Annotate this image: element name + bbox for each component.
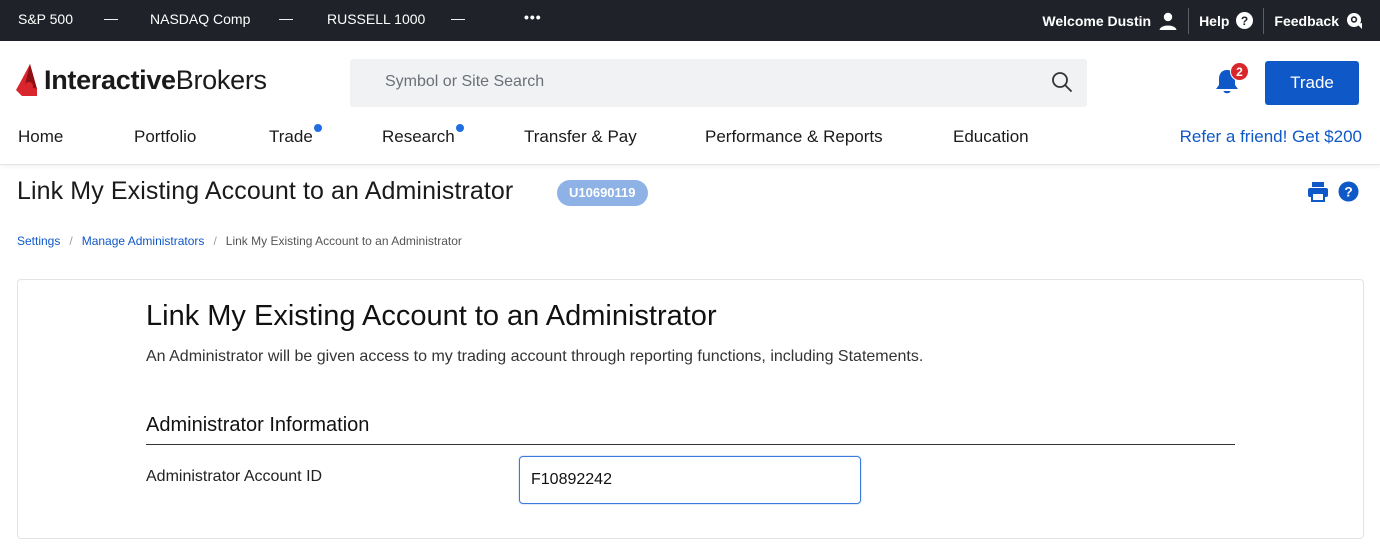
help-text: Help	[1199, 12, 1230, 29]
breadcrumb-settings[interactable]: Settings	[17, 234, 60, 248]
ib-flame-logo-icon	[16, 64, 37, 96]
nav-portfolio[interactable]: Portfolio	[134, 127, 196, 147]
feedback-text: Feedback	[1274, 12, 1339, 29]
section-heading-administrator-information: Administrator Information	[146, 414, 370, 436]
trade-button[interactable]: Trade	[1265, 61, 1359, 105]
breadcrumb: Settings / Manage Administrators / Link My E…	[17, 234, 462, 248]
nav-education[interactable]: Education	[953, 127, 1029, 147]
symbol-site-search-input[interactable]	[385, 73, 1005, 91]
breadcrumb-separator: /	[213, 234, 217, 248]
link-account-form-card: Link My Existing Account to an Administr…	[17, 279, 1364, 539]
site-search	[350, 59, 1087, 107]
breadcrumb-separator: /	[69, 234, 73, 248]
nav-transfer-pay[interactable]: Transfer & Pay	[524, 127, 637, 147]
breadcrumb-current: Link My Existing Account to an Administr…	[225, 234, 462, 248]
ticker-nasdaq[interactable]: NASDAQ Comp	[150, 11, 250, 27]
main-header: InteractiveBrokers 2 Trade Home Portfoli…	[0, 41, 1380, 165]
ticker-sp500-value: —	[104, 10, 118, 26]
question-circle-icon: ?	[1236, 12, 1254, 29]
breadcrumb-manage-administrators[interactable]: Manage Administrators	[82, 234, 205, 248]
feedback-chat-icon	[1347, 12, 1362, 29]
page-help-icon[interactable]: ?	[1338, 181, 1359, 202]
nav-trade[interactable]: Trade	[269, 124, 322, 147]
interactive-brokers-logo[interactable]: InteractiveBrokers	[16, 63, 267, 97]
nav-trade-label: Trade	[269, 127, 313, 146]
svg-text:?: ?	[1241, 14, 1248, 28]
ticker-sp500[interactable]: S&P 500	[18, 11, 73, 27]
administrator-account-id-input[interactable]	[519, 456, 861, 504]
logo-wordmark-interactive: Interactive	[44, 64, 176, 95]
notification-count-badge: 2	[1230, 62, 1249, 81]
account-id-badge: U10690119	[557, 180, 648, 206]
svg-text:?: ?	[1344, 184, 1353, 200]
nav-trade-new-dot	[313, 124, 322, 132]
form-heading: Link My Existing Account to an Administr…	[146, 300, 717, 332]
nav-research-new-dot	[455, 124, 464, 132]
nav-performance-reports[interactable]: Performance & Reports	[705, 127, 883, 147]
refer-a-friend-link[interactable]: Refer a friend! Get $200	[1180, 127, 1362, 147]
account-utility-menu: Welcome Dustin Help ? Feedback	[1032, 0, 1364, 41]
feedback-menu[interactable]: Feedback	[1264, 0, 1364, 41]
welcome-text: Welcome Dustin	[1042, 12, 1152, 29]
ticker-russell-value: —	[451, 10, 465, 26]
ticker-russell[interactable]: RUSSELL 1000	[327, 11, 425, 27]
print-icon[interactable]	[1307, 181, 1329, 202]
welcome-user-menu[interactable]: Welcome Dustin	[1032, 0, 1188, 41]
nav-home[interactable]: Home	[18, 127, 63, 147]
administrator-account-id-label: Administrator Account ID	[146, 468, 323, 485]
market-ticker-bar: S&P 500 — NASDAQ Comp — RUSSELL 1000 — •…	[0, 0, 1380, 41]
section-divider	[146, 444, 1235, 445]
help-menu[interactable]: Help ?	[1189, 0, 1263, 41]
page-title: Link My Existing Account to an Administr…	[17, 177, 514, 205]
main-navigation: Home Portfolio Trade Research Transfer &…	[0, 124, 1380, 149]
ticker-nasdaq-value: —	[279, 10, 293, 26]
nav-research-label: Research	[382, 127, 455, 146]
logo-wordmark-brokers: Brokers	[175, 64, 267, 95]
search-icon[interactable]	[1051, 71, 1073, 93]
nav-research[interactable]: Research	[382, 124, 464, 147]
ticker-more-button[interactable]: •••	[524, 9, 542, 25]
user-icon	[1159, 12, 1177, 30]
form-description: An Administrator will be given access to…	[146, 348, 924, 365]
logo-wordmark: InteractiveBrokers	[44, 65, 267, 96]
